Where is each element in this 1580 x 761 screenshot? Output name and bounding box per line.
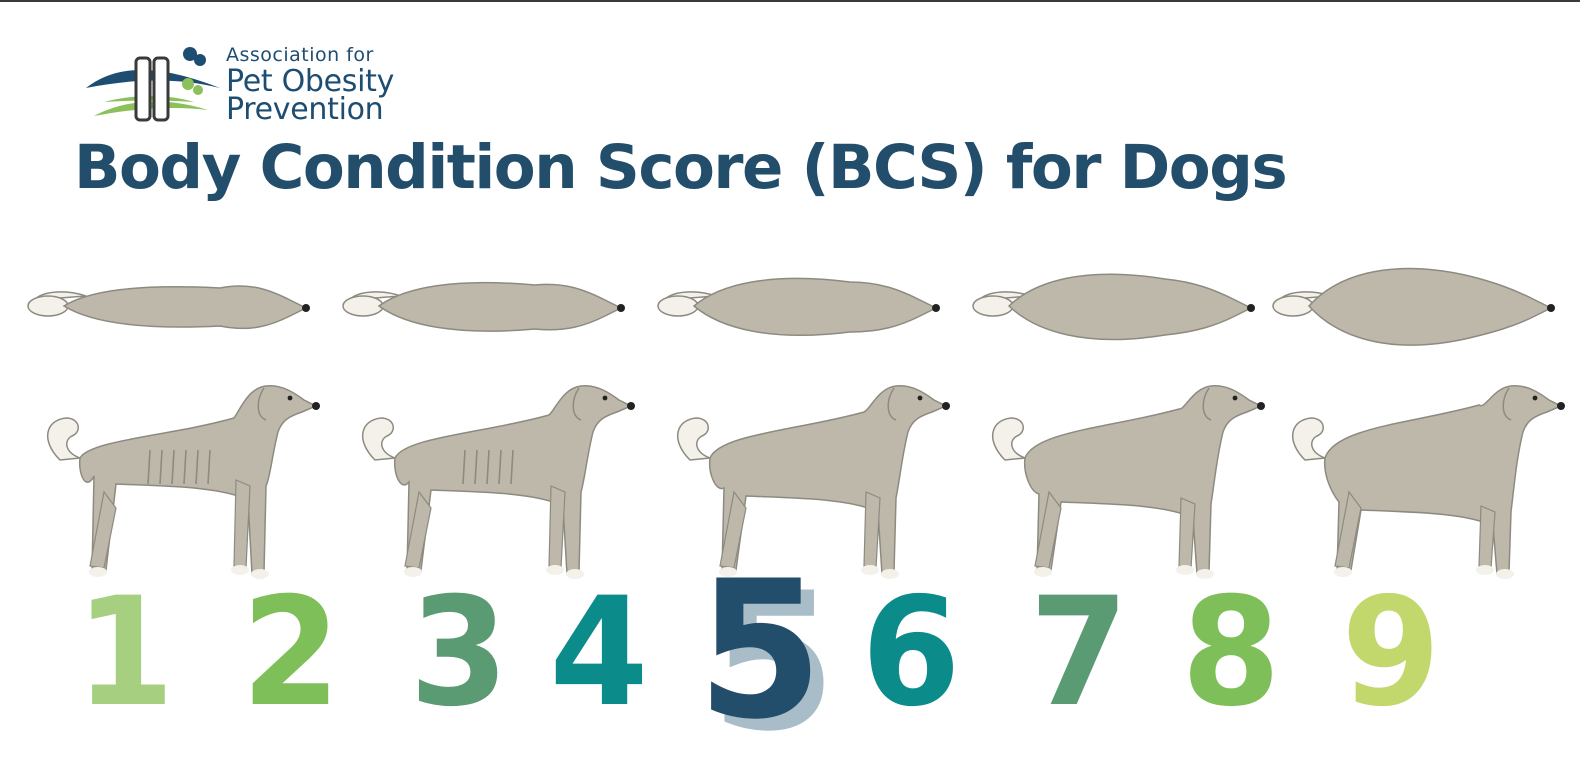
score-7: 7 xyxy=(1029,566,1129,740)
score-3: 3 xyxy=(409,566,509,740)
logo-text: Association for Pet Obesity Prevention xyxy=(226,44,394,125)
logo: Association for Pet Obesity Prevention xyxy=(84,44,444,128)
logo-icon xyxy=(86,47,220,122)
score-9: 9 xyxy=(1341,566,1441,740)
page-title: Body Condition Score (BCS) for Dogs xyxy=(74,132,1288,203)
score-1: 1 xyxy=(75,566,175,740)
dog-very-thin xyxy=(20,260,320,600)
score-8: 8 xyxy=(1181,566,1281,740)
dog-obese xyxy=(1265,260,1565,600)
dog-thin-icon xyxy=(342,281,635,579)
dog-very-thin-icon xyxy=(27,285,320,579)
dog-obese-icon xyxy=(1272,267,1565,579)
score-6: 6 xyxy=(861,566,961,740)
logo-line-1: Association for xyxy=(226,44,374,66)
dog-heavy xyxy=(965,260,1265,600)
top-rule xyxy=(0,0,1580,2)
score-4: 4 xyxy=(549,566,649,740)
logo-line-3: Prevention xyxy=(226,92,384,127)
dog-thin xyxy=(335,260,635,600)
score-5: 5 xyxy=(697,540,823,761)
score-2: 2 xyxy=(241,566,341,740)
dog-heavy-icon xyxy=(972,273,1265,579)
